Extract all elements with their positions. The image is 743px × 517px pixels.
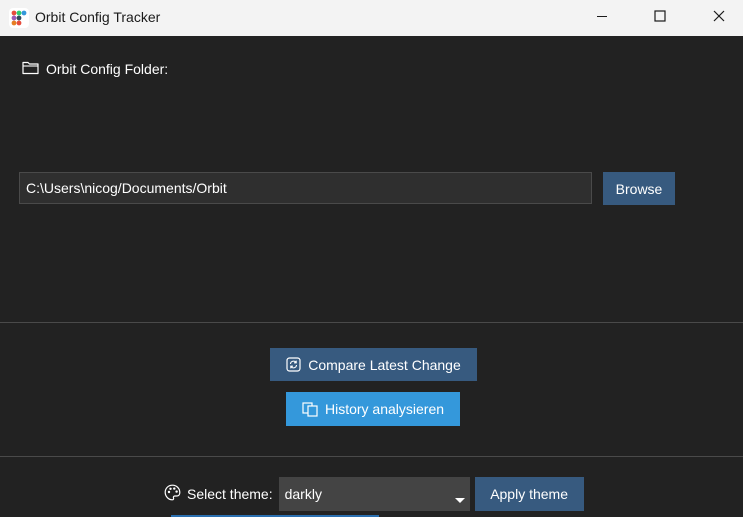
divider	[0, 456, 743, 457]
minimize-button[interactable]	[579, 0, 625, 36]
main-content: Orbit Config Folder: Browse Compare Late…	[0, 36, 743, 517]
theme-row: Select theme: darkly Apply theme	[164, 477, 584, 511]
maximize-icon	[654, 9, 666, 27]
palette-icon	[164, 484, 187, 504]
theme-label-group: Select theme:	[164, 484, 273, 504]
select-theme-label: Select theme:	[187, 486, 273, 502]
folder-icon	[22, 60, 46, 78]
folder-label: Orbit Config Folder:	[46, 61, 169, 77]
close-icon	[713, 9, 725, 27]
folder-path-input[interactable]	[19, 172, 592, 204]
folder-label-row: Orbit Config Folder:	[22, 60, 168, 78]
divider	[0, 322, 743, 323]
theme-select[interactable]: darkly	[278, 477, 470, 511]
compare-latest-change-button[interactable]: Compare Latest Change	[270, 348, 477, 381]
copy-icon	[302, 401, 318, 417]
history-analysieren-button[interactable]: History analysieren	[286, 392, 460, 426]
colored-dots-icon	[9, 8, 29, 28]
history-analysieren-label: History analysieren	[324, 401, 445, 417]
maximize-button[interactable]	[637, 0, 683, 36]
app-window: Orbit Config Tracker Orbit Config Folder…	[0, 0, 743, 517]
theme-select-value: darkly	[284, 486, 322, 502]
window-title: Orbit Config Tracker	[35, 9, 161, 25]
title-bar[interactable]: Orbit Config Tracker	[0, 0, 743, 36]
close-button[interactable]	[696, 0, 742, 36]
browse-button[interactable]: Browse	[603, 172, 675, 205]
chevron-down-icon	[454, 498, 465, 503]
minimize-icon	[596, 9, 608, 27]
refresh-icon	[286, 357, 301, 372]
apply-theme-button[interactable]: Apply theme	[474, 477, 584, 511]
compare-latest-change-label: Compare Latest Change	[308, 356, 461, 373]
